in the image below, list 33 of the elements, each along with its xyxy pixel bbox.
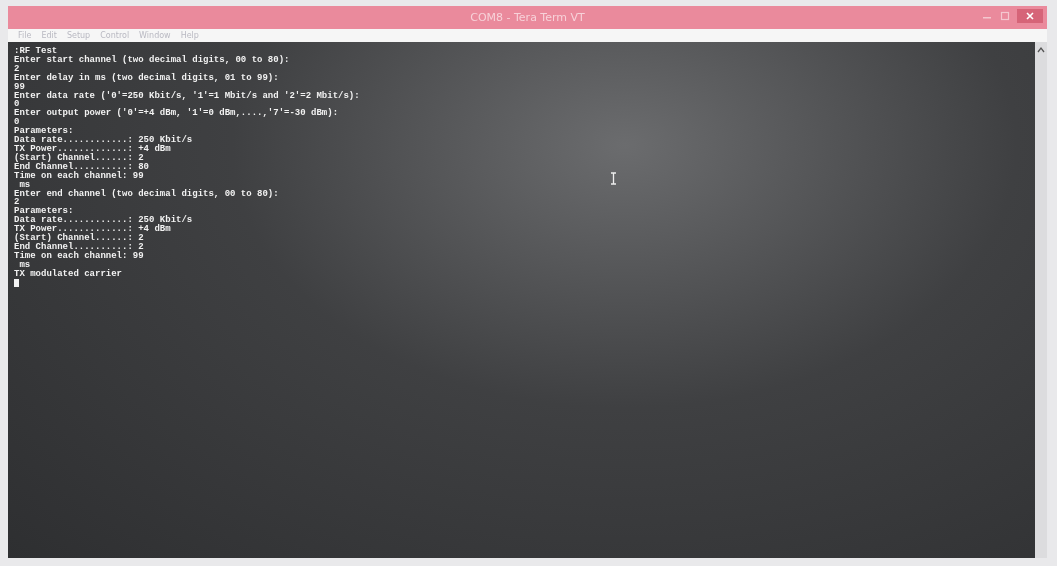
terminal-line: Enter start channel (two decimal digits, 00 to 80): (14, 55, 290, 65)
terminal-line: Enter delay in ms (two decimal digits, 01 to 99): (14, 73, 279, 83)
terminal-line: :RF Test (14, 47, 58, 56)
maximize-icon[interactable] (999, 11, 1011, 21)
terminal-line: TX modulated carrier (14, 269, 123, 279)
scroll-up-icon[interactable] (1036, 46, 1046, 54)
terminal-line: End Channel..........: 80 (14, 162, 150, 172)
terminal-line: Parameters: (14, 207, 74, 217)
scrollbar[interactable] (1035, 42, 1047, 558)
terminal-line: Enter end channel (two decimal digits, 00 to 80): (14, 189, 279, 199)
terminal-line: 99 (14, 82, 25, 92)
terminal-line: TX Power.............: +4 dBm (14, 144, 171, 154)
terminal-line: Data rate............: 250 Kbit/s (14, 136, 193, 145)
terminal-line: Time on each channel: 99 (14, 251, 144, 261)
terminal-line: 2 (14, 198, 20, 208)
terminal-line: (Start) Channel......: 2 (14, 153, 144, 163)
terminal-line: (Start) Channel......: 2 (14, 234, 144, 243)
terminal-line: ms (18, 180, 31, 190)
terminal-line: ms (18, 260, 31, 270)
terminal-line: Parameters: (14, 127, 74, 137)
terminal-line: End Channel..........: 2 (14, 242, 144, 252)
terminal-line: Enter output power ('0'=+4 dBm, '1'=0 dBm,....,'7'=-30 dBm): (14, 109, 339, 119)
terminal-line: 2 (14, 64, 20, 74)
window-title: COM8 - Tera Term VT (470, 11, 585, 24)
menu-item[interactable]: Help (180, 31, 199, 40)
terminal-line: 0 (14, 118, 20, 128)
i-beam-pointer-icon (610, 172, 617, 185)
menu-item[interactable]: Window (139, 31, 171, 40)
terminal-line: Time on each channel: 99 (14, 171, 144, 181)
terminal-line: Enter data rate ('0'=250 Kbit/s, '1'=1 Mbit/s and '2'=2 Mbit/s): (14, 91, 360, 101)
terminal-line: 0 (14, 100, 20, 110)
text-cursor-icon (14, 278, 19, 287)
close-icon[interactable] (1017, 9, 1043, 23)
